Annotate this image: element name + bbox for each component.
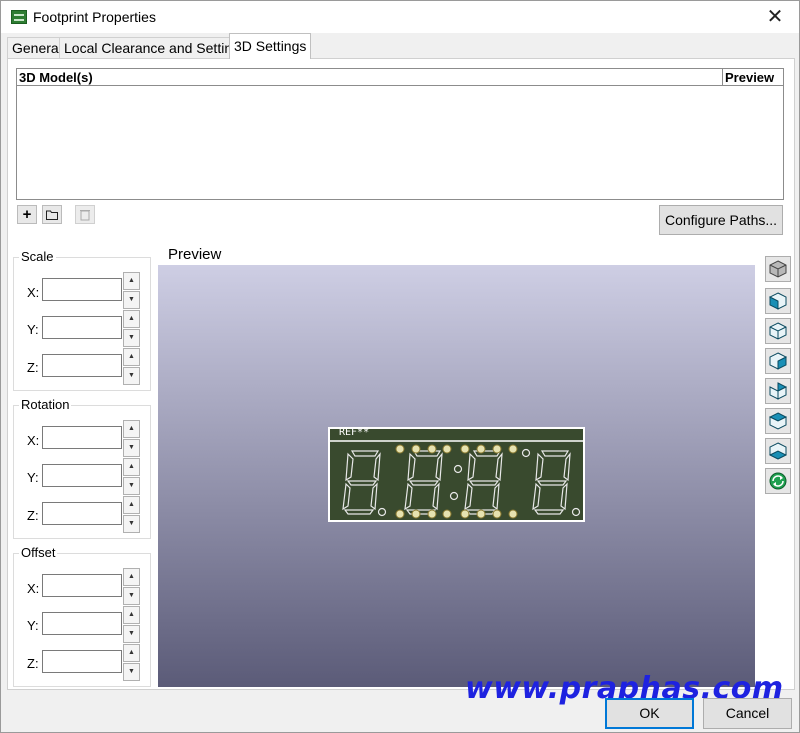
rotation-label: Rotation <box>19 397 72 412</box>
spin-up-icon[interactable]: ▲ <box>123 348 140 366</box>
cancel-button[interactable]: Cancel <box>703 698 792 729</box>
seven-segment-display-graphic <box>330 440 583 519</box>
view-left-button[interactable] <box>765 348 791 374</box>
view-bottom-button[interactable] <box>765 438 791 464</box>
footprint-app-icon <box>11 10 27 24</box>
offset-label: Offset <box>19 545 58 560</box>
configure-paths-button[interactable]: Configure Paths... <box>659 205 783 235</box>
scale-y-label: Y: <box>27 322 39 337</box>
spin-down-icon[interactable]: ▼ <box>123 515 140 533</box>
spin-up-icon[interactable]: ▲ <box>123 272 140 290</box>
rotation-z-label: Z: <box>27 508 39 523</box>
rotation-y-spinner[interactable]: ▲ ▼ <box>123 458 140 496</box>
rotation-x-label: X: <box>27 433 40 448</box>
rotation-z-spinner[interactable]: ▲ ▼ <box>123 496 140 534</box>
delete-model-button[interactable] <box>75 205 95 224</box>
view-bottom-icon <box>769 442 787 460</box>
browse-model-button[interactable] <box>42 205 62 224</box>
window-title: Footprint Properties <box>33 9 156 25</box>
offset-z-spinner[interactable]: ▲ ▼ <box>123 644 140 682</box>
view-back-button[interactable] <box>765 318 791 344</box>
column-separator <box>722 69 723 86</box>
spin-up-icon[interactable]: ▲ <box>123 420 140 438</box>
spin-up-icon[interactable]: ▲ <box>123 606 140 624</box>
add-model-button[interactable]: + <box>17 205 37 224</box>
spin-up-icon[interactable]: ▲ <box>123 458 140 476</box>
offset-z-input[interactable] <box>42 650 122 673</box>
view-right-button[interactable] <box>765 378 791 404</box>
offset-y-input[interactable] <box>42 612 122 635</box>
rotation-z-input[interactable] <box>42 502 122 525</box>
footprint-properties-window: Footprint Properties ✕ General Local Cle… <box>0 0 800 733</box>
offset-z-label: Z: <box>27 656 39 671</box>
view-right-icon <box>769 382 787 400</box>
scale-group: Scale X: ▲ ▼ Y: ▲ ▼ Z: ▲ ▼ <box>13 249 151 391</box>
view-isometric-button[interactable] <box>765 256 791 282</box>
spin-down-icon[interactable]: ▼ <box>123 625 140 643</box>
scale-x-label: X: <box>27 285 40 300</box>
3d-preview-viewport[interactable]: REF** <box>158 265 755 687</box>
scale-y-input[interactable] <box>42 316 122 339</box>
offset-x-spinner[interactable]: ▲ ▼ <box>123 568 140 606</box>
tab-general[interactable]: General <box>7 37 67 59</box>
scale-x-input[interactable] <box>42 278 122 301</box>
models-list[interactable]: 3D Model(s) Preview <box>16 68 784 200</box>
rotation-y-input[interactable] <box>42 464 122 487</box>
spin-down-icon[interactable]: ▼ <box>123 663 140 681</box>
scale-label: Scale <box>19 249 56 264</box>
title-bar: Footprint Properties ✕ <box>1 1 799 33</box>
rotation-x-input[interactable] <box>42 426 122 449</box>
spin-down-icon[interactable]: ▼ <box>123 329 140 347</box>
spin-down-icon[interactable]: ▼ <box>123 291 140 309</box>
rotation-group: Rotation X: ▲ ▼ Y: ▲ ▼ Z: ▲ ▼ <box>13 397 151 539</box>
offset-y-spinner[interactable]: ▲ ▼ <box>123 606 140 644</box>
spin-down-icon[interactable]: ▼ <box>123 477 140 495</box>
cube-icon <box>769 260 787 278</box>
reload-view-button[interactable] <box>765 468 791 494</box>
spin-up-icon[interactable]: ▲ <box>123 568 140 586</box>
view-front-icon <box>769 292 787 310</box>
tab-local-clearance[interactable]: Local Clearance and Settings <box>59 37 252 59</box>
scale-y-spinner[interactable]: ▲ ▼ <box>123 310 140 348</box>
models-list-header: 3D Model(s) Preview <box>17 69 783 86</box>
close-button[interactable]: ✕ <box>763 5 787 29</box>
spin-down-icon[interactable]: ▼ <box>123 587 140 605</box>
view-top-icon <box>769 412 787 430</box>
settings-panel: 3D Model(s) Preview + Configure Paths...… <box>7 58 795 690</box>
offset-x-label: X: <box>27 581 40 596</box>
preview-column-header: Preview <box>725 70 775 85</box>
rotation-y-label: Y: <box>27 470 39 485</box>
scale-z-input[interactable] <box>42 354 122 377</box>
rotation-x-spinner[interactable]: ▲ ▼ <box>123 420 140 458</box>
offset-x-input[interactable] <box>42 574 122 597</box>
folder-icon <box>46 210 58 220</box>
scale-z-spinner[interactable]: ▲ ▼ <box>123 348 140 386</box>
trash-icon <box>80 210 90 221</box>
reload-icon <box>769 472 787 490</box>
offset-y-label: Y: <box>27 618 39 633</box>
view-back-icon <box>769 322 787 340</box>
offset-group: Offset X: ▲ ▼ Y: ▲ ▼ Z: ▲ ▼ <box>13 545 151 687</box>
ok-button[interactable]: OK <box>605 698 694 729</box>
pcb-footprint-render: REF** <box>328 427 585 522</box>
scale-z-label: Z: <box>27 360 39 375</box>
spin-down-icon[interactable]: ▼ <box>123 367 140 385</box>
preview-title: Preview <box>168 246 222 263</box>
spin-up-icon[interactable]: ▲ <box>123 310 140 328</box>
view-top-button[interactable] <box>765 408 791 434</box>
scale-x-spinner[interactable]: ▲ ▼ <box>123 272 140 310</box>
models-column-header: 3D Model(s) <box>19 70 93 85</box>
view-left-icon <box>769 352 787 370</box>
view-front-button[interactable] <box>765 288 791 314</box>
spin-down-icon[interactable]: ▼ <box>123 439 140 457</box>
spin-up-icon[interactable]: ▲ <box>123 496 140 514</box>
tab-3d-settings[interactable]: 3D Settings <box>229 33 312 59</box>
spin-up-icon[interactable]: ▲ <box>123 644 140 662</box>
